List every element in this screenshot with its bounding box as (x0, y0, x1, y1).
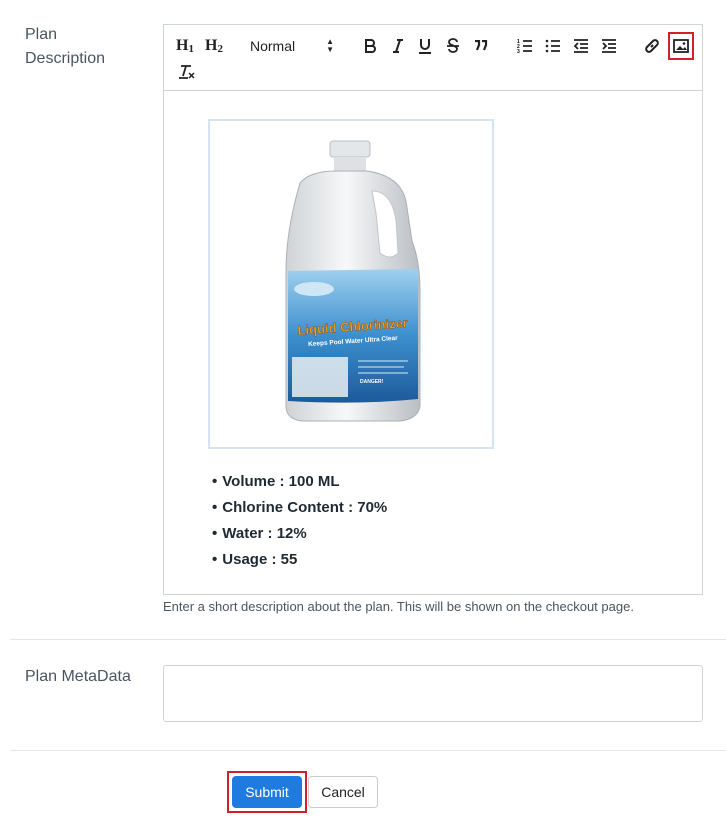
strike-icon[interactable] (445, 35, 461, 57)
ordered-list-icon[interactable]: 123 (516, 35, 534, 57)
underline-icon[interactable] (417, 35, 433, 57)
product-image[interactable]: Liquid Chlorinizer Keeps Pool Water Ultr… (208, 119, 494, 449)
link-icon[interactable] (643, 35, 661, 57)
outdent-icon[interactable] (572, 35, 590, 57)
submit-button[interactable]: Submit (232, 776, 302, 808)
section-divider (10, 639, 726, 640)
svg-text:3: 3 (517, 49, 520, 53)
format-select[interactable]: Normal ▲ ▼ (250, 35, 340, 57)
svg-text:DANGER!: DANGER! (360, 379, 384, 385)
indent-icon[interactable] (600, 35, 618, 57)
bullet-list-icon[interactable] (544, 35, 562, 57)
submit-highlight: Submit (227, 771, 307, 813)
description-help-text: Enter a short description about the plan… (163, 599, 634, 614)
cancel-button[interactable]: Cancel (308, 776, 378, 808)
heading-2-button[interactable]: H2 (205, 35, 223, 57)
product-spec-list: Volume : 100 ML Chlorine Content : 70% W… (212, 469, 387, 573)
heading-1-button[interactable]: H1 (176, 35, 194, 57)
quote-icon[interactable] (473, 35, 489, 57)
rich-text-editor: H1 H2 Normal ▲ ▼ 123 Liquid Chlorinizer … (163, 24, 703, 595)
list-item: Usage : 55 (212, 547, 387, 573)
list-item: Volume : 100 ML (212, 469, 387, 495)
editor-toolbar: H1 H2 Normal ▲ ▼ 123 (164, 25, 702, 91)
section-divider (10, 750, 726, 751)
bold-icon[interactable] (362, 35, 378, 57)
plan-metadata-label: Plan MetaData (25, 668, 131, 685)
italic-icon[interactable] (390, 35, 406, 57)
image-icon[interactable] (668, 32, 694, 60)
plan-description-label: Plan Description (25, 26, 106, 67)
list-item: Chlorine Content : 70% (212, 495, 387, 521)
clear-format-icon[interactable] (178, 61, 196, 83)
select-caret-icon: ▲ ▼ (326, 37, 334, 54)
editor-content[interactable]: Liquid Chlorinizer Keeps Pool Water Ultr… (164, 91, 702, 594)
plan-metadata-input[interactable] (163, 665, 703, 722)
list-item: Water : 12% (212, 521, 387, 547)
